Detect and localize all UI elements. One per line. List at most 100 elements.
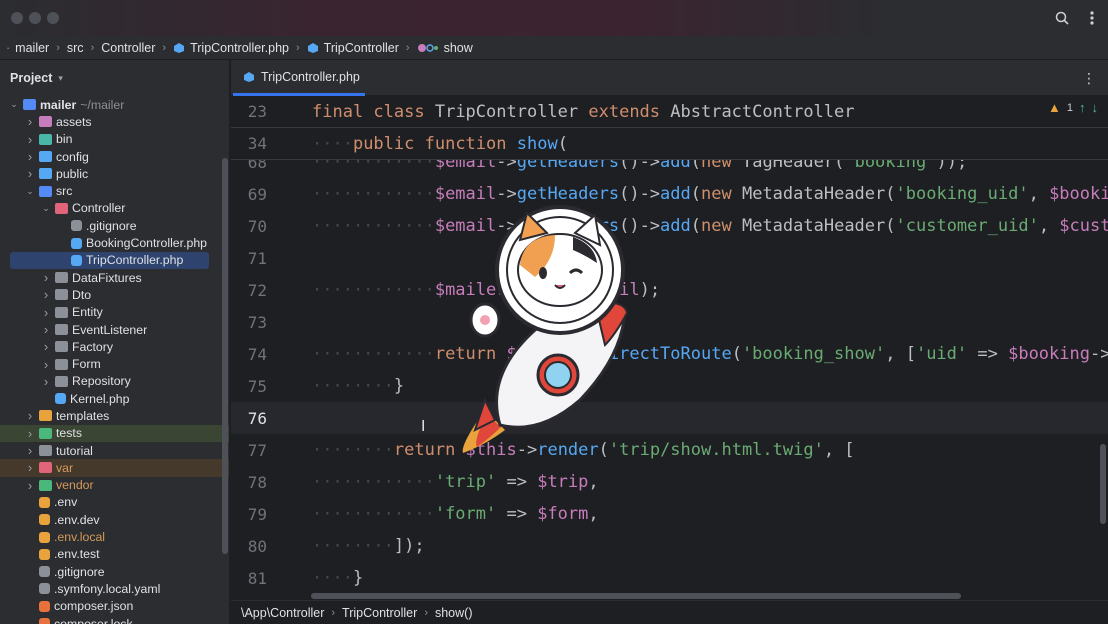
arrow-down-icon[interactable]: ↓ bbox=[1092, 100, 1099, 115]
tree-item-tests[interactable]: › tests bbox=[0, 424, 229, 442]
code-token: } bbox=[393, 376, 405, 396]
vertical-scrollbar[interactable] bbox=[1100, 444, 1106, 524]
tab-trip-controller[interactable]: TripController.php bbox=[233, 60, 365, 96]
tree-item-symfony-local-yaml[interactable]: .symfony.local.yaml bbox=[0, 580, 229, 597]
tree-item-src[interactable]: ⌄ src bbox=[0, 182, 229, 199]
chevron-right-icon[interactable]: › bbox=[24, 443, 36, 458]
tree-item-tripcontroller-php[interactable]: TripController.php bbox=[10, 251, 209, 269]
tree-item-assets[interactable]: › assets bbox=[0, 113, 229, 130]
chevron-right-icon[interactable]: › bbox=[24, 114, 36, 129]
tree-item-repository[interactable]: › Repository bbox=[0, 373, 229, 390]
chevron-right-icon[interactable]: › bbox=[24, 426, 36, 441]
code-line[interactable]: 77 ········ return $this -> render('trip/sho… bbox=[231, 434, 1108, 466]
tree-item-factory[interactable]: › Factory bbox=[0, 338, 229, 355]
chevron-down-icon[interactable]: ⌄ bbox=[24, 186, 36, 197]
code-token: ········ bbox=[312, 440, 394, 460]
chevron-down-icon[interactable]: ⌄ bbox=[8, 99, 20, 110]
tree-item-gitignore[interactable]: .gitignore bbox=[0, 217, 229, 234]
code-line[interactable]: 71 bbox=[231, 242, 1108, 274]
tree-item-composer-lock[interactable]: composer.lock bbox=[0, 615, 229, 624]
chevron-right-icon[interactable]: › bbox=[24, 478, 36, 493]
minimize-window-button[interactable] bbox=[29, 12, 41, 24]
tree-item-composer-json[interactable]: composer.json bbox=[0, 598, 229, 615]
tree-item-label: Repository bbox=[72, 374, 131, 389]
code-editor[interactable]: 23 final class TripController extends Abs… bbox=[231, 96, 1108, 588]
code-line[interactable]: 81 ····} bbox=[231, 562, 1108, 588]
tree-item-entity[interactable]: › Entity bbox=[0, 304, 229, 321]
arrow-up-icon[interactable]: ↑ bbox=[1079, 100, 1086, 115]
code-line[interactable]: 69 ············ $email -> getHeaders ()-> add(… bbox=[231, 178, 1108, 210]
breadcrumb-method[interactable]: show bbox=[417, 41, 473, 55]
chevron-right-icon[interactable]: › bbox=[40, 374, 52, 389]
search-icon[interactable] bbox=[1052, 8, 1072, 28]
status-crumb-class[interactable]: TripController bbox=[342, 606, 417, 620]
tree-item-config[interactable]: › config bbox=[0, 148, 229, 165]
chevron-right-icon[interactable]: › bbox=[40, 270, 52, 285]
tree-item-env-test[interactable]: .env.test bbox=[0, 546, 229, 563]
chevron-right-icon[interactable]: › bbox=[24, 408, 36, 423]
tree-item-datafixtures[interactable]: › DataFixtures bbox=[0, 269, 229, 286]
tree-item-public[interactable]: › public bbox=[0, 165, 229, 182]
chevron-right-icon[interactable]: › bbox=[40, 305, 52, 320]
tree-item-label: public bbox=[56, 166, 89, 181]
tree-item-controller[interactable]: ⌄ Controller bbox=[0, 200, 229, 217]
project-view-selector[interactable]: Project ▾ bbox=[0, 60, 229, 96]
breadcrumb-src[interactable]: src bbox=[67, 41, 84, 55]
tree-item-tutorial[interactable]: › tutorial bbox=[0, 442, 229, 459]
tree-item-vendor[interactable]: › vendor bbox=[0, 477, 229, 494]
tree-item-bookingcontroller-php[interactable]: BookingController.php bbox=[0, 234, 229, 251]
tree-item-bin[interactable]: › bin bbox=[0, 131, 229, 148]
tree-item-eventlistener[interactable]: › EventListener bbox=[0, 321, 229, 338]
chevron-right-icon[interactable]: › bbox=[40, 287, 52, 302]
tree-item-mailer[interactable]: ⌄ mailer ~/mailer bbox=[0, 96, 229, 113]
code-line[interactable]: 80 ········]); bbox=[231, 530, 1108, 562]
breadcrumb-class[interactable]: TripController bbox=[307, 41, 399, 55]
more-options-icon[interactable] bbox=[1082, 8, 1102, 28]
breadcrumb-controller[interactable]: Controller bbox=[101, 41, 155, 55]
env-icon bbox=[39, 514, 50, 526]
chevron-right-icon[interactable]: › bbox=[24, 460, 36, 475]
tree-item-form[interactable]: › Form bbox=[0, 355, 229, 372]
chevron-right-icon[interactable]: › bbox=[24, 149, 36, 164]
tree-item-label: .gitignore bbox=[54, 564, 105, 579]
inspection-widget[interactable]: ▲ 1 ↑ ↓ bbox=[1048, 100, 1098, 115]
tree-item-kernel-php[interactable]: Kernel.php bbox=[0, 390, 229, 407]
chevron-right-icon[interactable]: › bbox=[24, 132, 36, 147]
tree-item-env-dev[interactable]: .env.dev bbox=[0, 511, 229, 528]
breadcrumb-file[interactable]: TripController.php bbox=[173, 41, 289, 55]
line-number: 69 bbox=[247, 184, 267, 204]
tab-options-icon[interactable]: ⋮ bbox=[1082, 70, 1096, 87]
tree-item-gitignore[interactable]: .gitignore bbox=[0, 563, 229, 580]
tree-item-var[interactable]: › var bbox=[0, 459, 229, 477]
chevron-down-icon[interactable]: ⌄ bbox=[40, 203, 52, 214]
code-line[interactable]: 79 ············'form' => $form, bbox=[231, 498, 1108, 530]
tree-item-dto[interactable]: › Dto bbox=[0, 286, 229, 303]
code-line[interactable]: 72············$mailer->send($email); bbox=[231, 274, 1108, 306]
status-crumb-method[interactable]: show() bbox=[435, 606, 473, 620]
code-line[interactable]: 34 ···· public function show( bbox=[231, 128, 1108, 160]
line-number: 81 bbox=[247, 568, 267, 588]
status-crumb-namespace[interactable]: \App\Controller bbox=[241, 606, 324, 620]
code-line[interactable]: 23 final class TripController extends Abs… bbox=[231, 96, 1108, 128]
tree-item-env-local[interactable]: .env.local bbox=[0, 528, 229, 545]
chevron-right-icon[interactable]: › bbox=[24, 166, 36, 181]
code-line[interactable]: 76 bbox=[231, 402, 1108, 434]
horizontal-scrollbar[interactable] bbox=[311, 593, 961, 599]
close-window-button[interactable] bbox=[11, 12, 23, 24]
code-line[interactable]: 74············return $this->redirectToRo… bbox=[231, 338, 1108, 370]
breadcrumb-project[interactable]: · mailer bbox=[6, 41, 49, 55]
code-line[interactable]: 75 ········} bbox=[231, 370, 1108, 402]
folder-icon bbox=[39, 410, 52, 422]
chevron-right-icon[interactable]: › bbox=[40, 357, 52, 372]
maximize-window-button[interactable] bbox=[47, 12, 59, 24]
tree-item-env[interactable]: .env bbox=[0, 494, 229, 511]
chevron-right-icon[interactable]: › bbox=[40, 322, 52, 337]
tree-item-templates[interactable]: › templates bbox=[0, 407, 229, 424]
tree-item-label: tests bbox=[56, 426, 82, 441]
line-number: 78 bbox=[247, 472, 267, 492]
code-line[interactable]: 70············$email->getHeaders()->add(… bbox=[231, 210, 1108, 242]
chevron-right-icon[interactable]: › bbox=[40, 339, 52, 354]
code-line[interactable]: 73 bbox=[231, 306, 1108, 338]
sidebar-scrollbar[interactable] bbox=[222, 158, 228, 554]
code-line[interactable]: 78 ············'trip' => $trip, bbox=[231, 466, 1108, 498]
